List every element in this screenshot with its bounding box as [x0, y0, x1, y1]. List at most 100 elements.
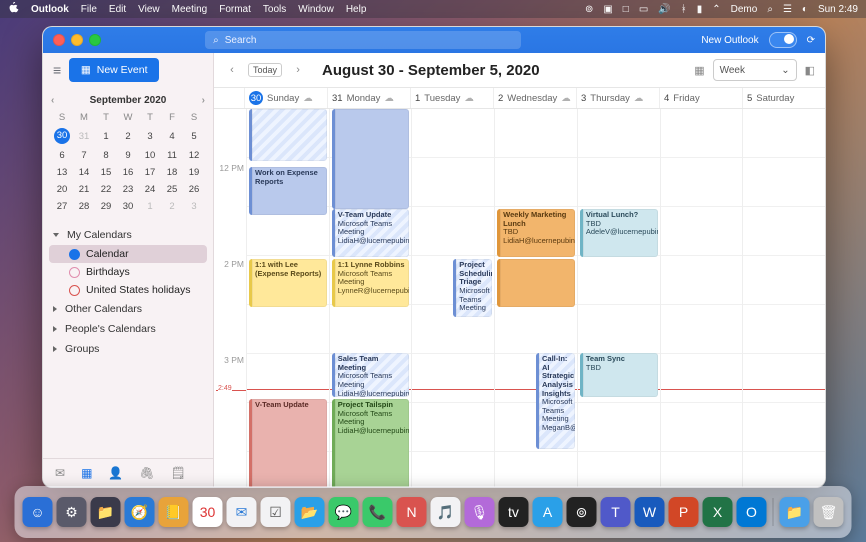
- group-my-calendars[interactable]: My Calendars: [49, 225, 207, 245]
- dock-app-icon[interactable]: ⚙: [57, 497, 87, 527]
- day-header[interactable]: 30 Sunday ☁: [244, 88, 327, 108]
- status-control-center-icon[interactable]: ☰: [783, 4, 792, 15]
- apple-menu-icon[interactable]: [8, 2, 19, 16]
- minical-day[interactable]: 4: [161, 125, 183, 147]
- day-column[interactable]: [742, 109, 825, 487]
- dock-app-icon[interactable]: 📁: [780, 497, 810, 527]
- menu-file[interactable]: File: [81, 4, 97, 15]
- nav-mail-icon[interactable]: ✉: [55, 466, 65, 480]
- status-user[interactable]: Demo: [731, 4, 758, 15]
- status-wifi-icon[interactable]: ⌃: [712, 4, 720, 15]
- dock-app-icon[interactable]: 🎵: [431, 497, 461, 527]
- minical-day[interactable]: 28: [73, 198, 95, 215]
- menu-tools[interactable]: Tools: [263, 4, 286, 15]
- nav-calendar-icon[interactable]: ▦: [81, 466, 92, 480]
- dock-app-icon[interactable]: 📒: [159, 497, 189, 527]
- minical-day[interactable]: 13: [51, 164, 73, 181]
- minimize-icon[interactable]: [71, 34, 83, 46]
- minical-day[interactable]: 25: [161, 181, 183, 198]
- dock-app-icon[interactable]: ✉: [227, 497, 257, 527]
- dock-app-icon[interactable]: X: [703, 497, 733, 527]
- calendar-event[interactable]: V-Team UpdateMicrosoft Teams Meeting Lid…: [332, 209, 410, 257]
- next-week-icon[interactable]: ›: [290, 62, 306, 78]
- dock-app-icon[interactable]: A: [533, 497, 563, 527]
- minical-day[interactable]: 3: [139, 125, 161, 147]
- menu-format[interactable]: Format: [219, 4, 251, 15]
- new-event-button[interactable]: ▦ New Event: [69, 58, 159, 82]
- day-header[interactable]: 3 Thursday ☁: [576, 88, 659, 108]
- new-outlook-toggle[interactable]: [769, 32, 797, 48]
- global-search-input[interactable]: ⌕ Search: [205, 31, 521, 49]
- calendar-event[interactable]: Team SyncTBD: [580, 353, 658, 397]
- minical-day[interactable]: 12: [183, 147, 205, 164]
- calendar-event[interactable]: V-Team Update: [249, 399, 327, 487]
- zoom-icon[interactable]: [89, 34, 101, 46]
- day-column[interactable]: Virtual Lunch?TBD AdeleV@lucernepubintl.…: [577, 109, 660, 487]
- status-teams-icon[interactable]: ▣: [603, 4, 612, 15]
- minical-day[interactable]: 2: [161, 198, 183, 215]
- minical-day[interactable]: 27: [51, 198, 73, 215]
- day-column[interactable]: Project Scheduling TriageMicrosoft Teams…: [411, 109, 494, 487]
- calendar-event[interactable]: [332, 109, 410, 209]
- mini-calendar[interactable]: ‹ September 2020 › SMTWTFS30311234567891…: [43, 87, 213, 219]
- menu-view[interactable]: View: [138, 4, 160, 15]
- status-volume-icon[interactable]: 🔊: [658, 4, 670, 15]
- status-siri-icon[interactable]: ◐: [802, 4, 808, 15]
- minical-day[interactable]: 16: [117, 164, 139, 181]
- nav-notes-icon[interactable]: 🗒: [171, 466, 186, 480]
- day-header[interactable]: 2 Wednesday ☁: [493, 88, 576, 108]
- day-column[interactable]: Weekly Marketing LunchTBD LidiaH@lucerne…: [494, 109, 577, 487]
- minical-day[interactable]: 30: [51, 125, 73, 147]
- minical-day[interactable]: 22: [95, 181, 117, 198]
- minical-day[interactable]: 18: [161, 164, 183, 181]
- close-icon[interactable]: [53, 34, 65, 46]
- minical-day[interactable]: 2: [117, 125, 139, 147]
- minical-day[interactable]: 11: [161, 147, 183, 164]
- dock-app-icon[interactable]: W: [635, 497, 665, 527]
- minical-day[interactable]: 15: [95, 164, 117, 181]
- dock-app-icon[interactable]: O: [737, 497, 767, 527]
- status-battery-icon[interactable]: ▮: [697, 4, 703, 15]
- calendar-item-calendar[interactable]: Calendar: [49, 245, 207, 263]
- calendar-item-birthdays[interactable]: Birthdays: [49, 263, 207, 281]
- dock-app-icon[interactable]: 🎙: [465, 497, 495, 527]
- calendar-event[interactable]: [497, 259, 575, 307]
- minical-day[interactable]: 17: [139, 164, 161, 181]
- minical-day[interactable]: 9: [117, 147, 139, 164]
- status-display-icon[interactable]: □: [623, 4, 629, 15]
- calendar-event[interactable]: Call-In: AI Strategic Analysis InsightsM…: [536, 353, 575, 449]
- nav-attach-icon[interactable]: 🖇: [139, 466, 154, 480]
- day-header[interactable]: 31 Monday ☁: [327, 88, 410, 108]
- view-grid-icon[interactable]: ▦: [694, 64, 704, 77]
- sync-icon[interactable]: ⟳: [807, 35, 815, 46]
- minical-day[interactable]: 21: [73, 181, 95, 198]
- calendar-event[interactable]: 1:1 Lynne RobbinsMicrosoft Teams Meeting…: [332, 259, 410, 307]
- minical-day[interactable]: 24: [139, 181, 161, 198]
- calendar-event[interactable]: Sales Team MeetingMicrosoft Teams Meetin…: [332, 353, 410, 397]
- minical-day[interactable]: 26: [183, 181, 205, 198]
- calendar-event[interactable]: Weekly Marketing LunchTBD LidiaH@lucerne…: [497, 209, 575, 257]
- menu-meeting[interactable]: Meeting: [172, 4, 208, 15]
- minical-prev-icon[interactable]: ‹: [51, 95, 54, 106]
- day-column[interactable]: V-Team UpdateMicrosoft Teams Meeting Lid…: [329, 109, 412, 487]
- group-groups[interactable]: Groups: [49, 339, 207, 359]
- dock-app-icon[interactable]: 30: [193, 497, 223, 527]
- dock-app-icon[interactable]: N: [397, 497, 427, 527]
- minical-day[interactable]: 29: [95, 198, 117, 215]
- group-other-calendars[interactable]: Other Calendars: [49, 299, 207, 319]
- minical-day[interactable]: 8: [95, 147, 117, 164]
- day-header[interactable]: 1 Tuesday ☁: [410, 88, 493, 108]
- minical-day[interactable]: 1: [95, 125, 117, 147]
- day-column[interactable]: [660, 109, 743, 487]
- dock-app-icon[interactable]: tv: [499, 497, 529, 527]
- minical-day[interactable]: 19: [183, 164, 205, 181]
- sidebar-collapse-icon[interactable]: ≡: [53, 62, 61, 78]
- minical-day[interactable]: 6: [51, 147, 73, 164]
- today-button[interactable]: Today: [248, 63, 282, 77]
- calendar-event[interactable]: [249, 109, 327, 161]
- dock-app-icon[interactable]: 📁: [91, 497, 121, 527]
- dock-app-icon[interactable]: 🗑: [814, 497, 844, 527]
- menu-window[interactable]: Window: [298, 4, 334, 15]
- minical-day[interactable]: 3: [183, 198, 205, 215]
- dock-app-icon[interactable]: T: [601, 497, 631, 527]
